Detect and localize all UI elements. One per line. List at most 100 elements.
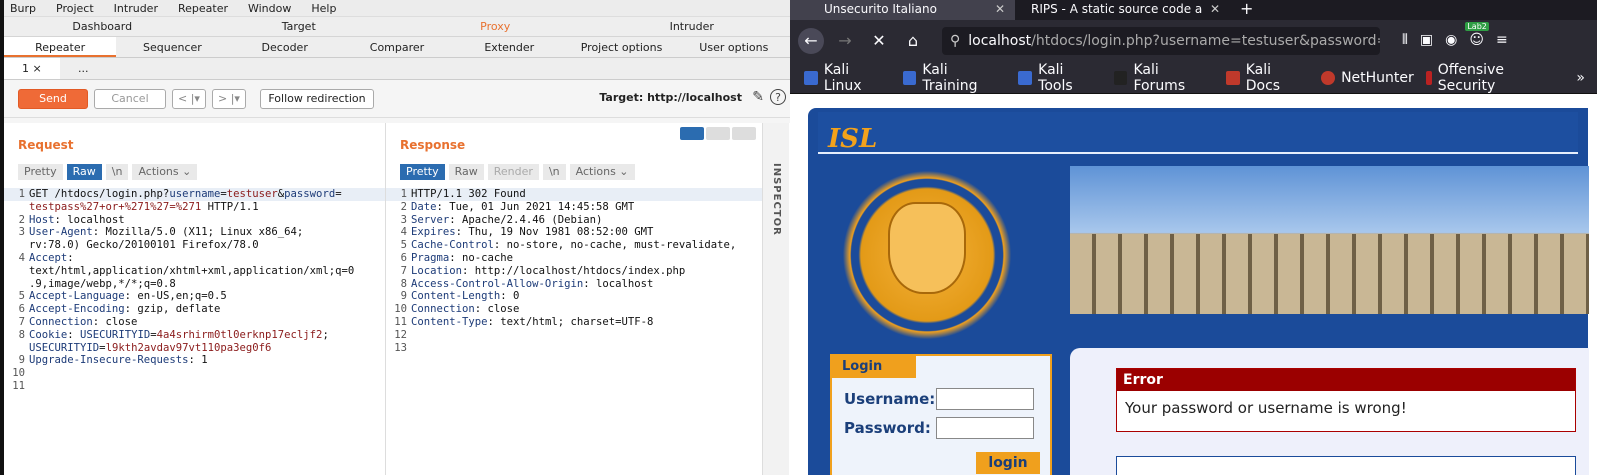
code-line: 11 [4, 380, 385, 393]
bookmark-offensive-security[interactable]: Offensive Security [1425, 62, 1565, 94]
line-number: 8 [400, 277, 407, 290]
tab-proxy[interactable]: Proxy [397, 17, 594, 36]
line-number [4, 239, 29, 252]
response-editor[interactable]: 1 HTTP/1.1 302 Found 2 Date: Tue, 01 Jun 20… [386, 188, 762, 475]
line-text: Content-Length: 0 [411, 290, 520, 303]
account-icon[interactable]: ◉ [1445, 32, 1457, 48]
tab-project-options[interactable]: Project options [565, 37, 677, 57]
send-button[interactable]: Send [18, 88, 88, 109]
url-bar[interactable]: ⚲ localhost/htdocs/login.php?username=te… [942, 27, 1380, 55]
code-line: 8 Cookie: USECURITYID=4a4srhirm0tl0erknp1… [4, 329, 385, 342]
tab-repeater[interactable]: Repeater [4, 37, 117, 57]
response-pretty-button[interactable]: Pretty [400, 164, 445, 180]
stop-loading-icon[interactable]: ✕ [866, 28, 892, 54]
burp-window: Burp Project Intruder Repeater Window He… [4, 0, 790, 475]
bookmark-kali-tools[interactable]: Kali Tools [1018, 62, 1101, 94]
login-button[interactable]: login [976, 452, 1040, 474]
bookmark-kali-forums[interactable]: Kali Forums [1113, 62, 1214, 94]
more-bookmarks-icon[interactable]: » [1576, 70, 1585, 86]
tab-dashboard[interactable]: Dashboard [4, 17, 201, 36]
kali-icon [804, 70, 818, 85]
kali-tools-icon [1018, 70, 1033, 85]
bookmark-label: NetHunter [1341, 69, 1414, 86]
sphinx-seal-image [842, 170, 1012, 340]
follow-redirection-button[interactable]: Follow redirection [260, 88, 374, 109]
tab-comparer[interactable]: Comparer [341, 37, 453, 57]
line-text: Accept: [29, 251, 74, 264]
code-line: 9 Content-Length: 0 [386, 290, 762, 303]
tab-extender[interactable]: Extender [453, 37, 565, 57]
bookmark-kali-training[interactable]: Kali Training [902, 62, 1007, 94]
line-number: 1 [18, 188, 25, 200]
tab-intruder[interactable]: Intruder [594, 17, 791, 36]
tab-sequencer[interactable]: Sequencer [116, 37, 228, 57]
line-number: 7 [400, 264, 407, 277]
help-icon[interactable]: ? [770, 89, 786, 105]
response-actions-button[interactable]: Actions ⌄ [569, 164, 635, 180]
code-line: USECURITYID=l9kth2avdav97vt110pa3eg0f6 [4, 342, 385, 355]
response-raw-button[interactable]: Raw [448, 164, 484, 180]
line-text: Date: Tue, 01 Jun 2021 14:45:58 GMT [411, 200, 635, 213]
bookmark-kali-linux[interactable]: Kali Linux [804, 62, 891, 94]
kali-training-icon [902, 70, 917, 85]
sidebar-icon[interactable]: ▣ [1420, 32, 1433, 48]
close-tab-icon[interactable]: ✕ [995, 0, 1005, 18]
bookmark-nethunter[interactable]: NetHunter [1321, 70, 1414, 86]
layout-top-bottom-button[interactable] [706, 127, 730, 140]
line-text: Accept-Language: en-US,en;q=0.5 [29, 290, 227, 303]
response-pane: Response Pretty Raw Render \n Actions ⌄ … [386, 123, 763, 475]
code-line: 7 Connection: close [4, 316, 385, 329]
response-newline-button[interactable]: \n [542, 164, 566, 180]
browser-tab-active[interactable]: Unsecurito Italiano ✕ [790, 0, 1015, 20]
request-editor[interactable]: 1 GET /htdocs/login.php?username=testuser… [4, 188, 385, 475]
extension-icon[interactable]: ☺ Lab2 [1465, 22, 1489, 48]
tab-user-options[interactable]: User options [678, 37, 790, 57]
edit-target-icon[interactable]: ✎ [752, 89, 764, 105]
password-input[interactable] [936, 417, 1034, 439]
menu-repeater[interactable]: Repeater [178, 2, 228, 15]
line-number: 6 [18, 303, 25, 316]
library-icon[interactable]: ⫴ [1402, 32, 1408, 48]
request-actions-button[interactable]: Actions ⌄ [132, 164, 198, 180]
code-line: 4 Accept: [4, 252, 385, 265]
repeater-tab-1[interactable]: 1 × [4, 58, 60, 79]
response-render-button[interactable]: Render [487, 164, 539, 180]
back-arrow-icon[interactable]: ← [798, 28, 824, 54]
menu-burp[interactable]: Burp [10, 2, 36, 15]
username-input[interactable] [936, 388, 1034, 410]
cancel-button[interactable]: Cancel [94, 88, 166, 109]
browser-tab-rips[interactable]: RIPS - A static source code a ✕ [1015, 0, 1230, 20]
request-pretty-button[interactable]: Pretty [18, 164, 63, 180]
line-text: rv:78.0) Gecko/20100101 Firefox/78.0 [29, 239, 259, 252]
forward-arrow-icon[interactable]: → [832, 28, 858, 54]
close-tab-icon[interactable]: ✕ [1210, 0, 1220, 18]
request-newline-button[interactable]: \n [105, 164, 129, 180]
line-number: 12 [394, 328, 407, 341]
history-back-button[interactable]: < |▾ [172, 88, 206, 109]
new-tab-icon[interactable]: + [1230, 0, 1253, 20]
line-number: 1 [400, 188, 407, 200]
bookmark-kali-docs[interactable]: Kali Docs [1225, 62, 1309, 94]
tab-decoder[interactable]: Decoder [229, 37, 341, 57]
home-icon[interactable]: ⌂ [900, 28, 926, 54]
menu-help[interactable]: Help [311, 2, 336, 15]
password-label: Password: [844, 419, 931, 437]
request-pane: Request Pretty Raw \n Actions ⌄ 1 GET /ht… [4, 123, 386, 475]
tab-target[interactable]: Target [201, 17, 398, 36]
line-number: 9 [18, 354, 25, 367]
menu-icon[interactable]: ≡ [1496, 32, 1508, 48]
menu-intruder[interactable]: Intruder [114, 2, 158, 15]
line-number: 6 [400, 251, 407, 264]
line-text: Content-Type: text/html; charset=UTF-8 [411, 315, 654, 328]
menu-project[interactable]: Project [56, 2, 94, 15]
repeater-tab-new[interactable]: ... [60, 58, 116, 79]
line-text: Host: localhost [29, 213, 125, 226]
error-box: Error Your password or username is wrong… [1116, 368, 1576, 432]
history-forward-button[interactable]: > |▾ [212, 88, 246, 109]
layout-tabs-button[interactable] [732, 127, 756, 140]
code-line: 10 [4, 367, 385, 380]
request-raw-button[interactable]: Raw [66, 164, 102, 180]
menu-window[interactable]: Window [248, 2, 291, 15]
inspector-panel[interactable]: INSPECTOR [763, 123, 789, 475]
layout-side-by-side-button[interactable] [680, 127, 704, 140]
